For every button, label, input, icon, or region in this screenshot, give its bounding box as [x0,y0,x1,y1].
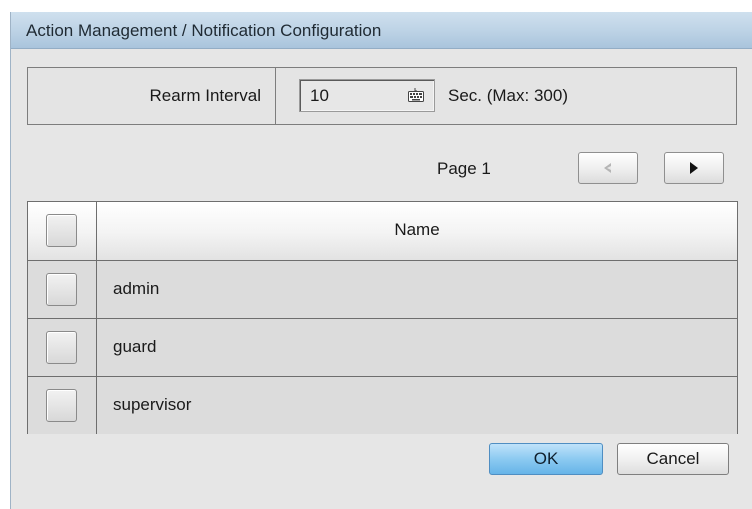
page-indicator: Page 1 [437,159,491,178]
select-all-checkbox[interactable] [46,214,77,247]
table-header-row: Name [28,202,737,260]
rearm-interval-label: Rearm Interval [28,68,276,124]
row-name[interactable]: admin [97,261,737,318]
row-name[interactable]: guard [97,319,737,376]
cancel-button[interactable]: Cancel [617,443,729,475]
row-check-cell [28,319,97,376]
table-row[interactable]: admin [28,260,737,318]
row-check-cell [28,261,97,318]
user-table: Name admin guard supervisor [27,201,738,434]
dialog-title: Action Management / Notification Configu… [11,12,752,49]
table-row[interactable]: supervisor [28,376,737,434]
row-name[interactable]: supervisor [97,377,737,434]
table-row[interactable]: guard [28,318,737,376]
row-check-cell [28,377,97,434]
select-all-cell [28,202,97,260]
column-header-name[interactable]: Name [97,202,737,260]
keyboard-icon[interactable] [408,88,424,102]
ok-button[interactable]: OK [489,443,603,475]
next-page-button[interactable] [664,152,724,184]
arrow-left-icon [604,163,611,173]
row-checkbox[interactable] [46,330,77,364]
rearm-interval-input[interactable]: 10 [299,79,435,112]
notification-config-dialog: Action Management / Notification Configu… [10,12,752,509]
prev-page-button[interactable] [578,152,638,184]
rearm-interval-row: Rearm Interval 10 Sec. (Max: 300) [27,67,737,125]
row-checkbox[interactable] [46,272,77,306]
rearm-interval-unit: Sec. (Max: 300) [448,86,568,105]
rearm-interval-value[interactable]: 10 [310,86,329,106]
row-checkbox[interactable] [46,388,77,422]
arrow-right-icon [690,162,698,174]
